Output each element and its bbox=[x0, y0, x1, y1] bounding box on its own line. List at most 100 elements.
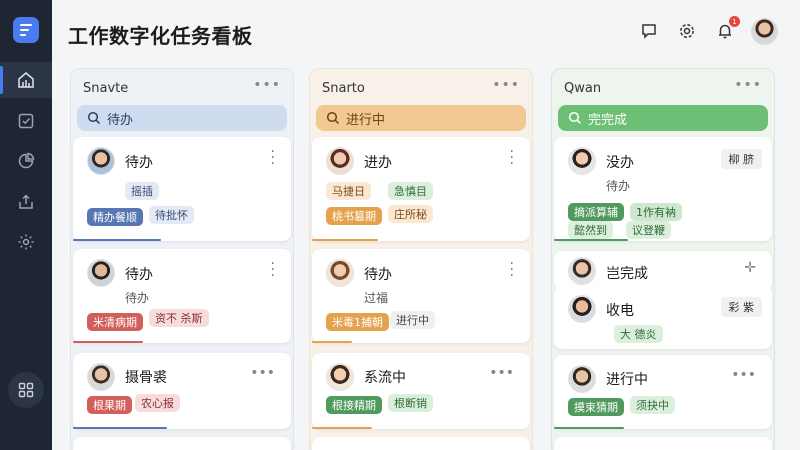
card-title: 收电 bbox=[606, 303, 634, 319]
task-card[interactable]: 摄骨裘 ••• 根果期 农心报 bbox=[73, 353, 291, 429]
tag: 桃书篡期 bbox=[326, 207, 382, 225]
task-card[interactable]: 待办 · · · 过福 米毒1捕朝 进行中 bbox=[312, 249, 530, 343]
avatar bbox=[326, 363, 354, 391]
tag: 庄所秘 bbox=[388, 205, 433, 223]
column-done: Qwan ••• 完完成 没办 柳 脐 待办 摘派算辅 1作有衲 懿然到 议登鞭… bbox=[551, 68, 775, 450]
tag: 须抉中 bbox=[630, 396, 675, 414]
column-more-icon[interactable]: ••• bbox=[734, 77, 762, 93]
task-card[interactable]: 进办 · · · 马捷日 急慎目 桃书篡期 庄所秘 bbox=[312, 137, 530, 241]
task-card[interactable]: 进行中 ••• 摸束猜期 须抉中 bbox=[554, 355, 772, 429]
tag: 急慎目 bbox=[388, 182, 433, 200]
task-card[interactable]: 系流中 ••• 根接精期 根断销 bbox=[312, 353, 530, 429]
apps-grid-button[interactable] bbox=[8, 372, 44, 408]
nav-settings[interactable] bbox=[0, 224, 52, 260]
nav-dashboard[interactable] bbox=[0, 62, 52, 98]
dashboard-icon bbox=[18, 72, 34, 88]
tag: 摸束猜期 bbox=[568, 398, 624, 416]
column-title: Qwan bbox=[564, 81, 602, 96]
upload-icon bbox=[19, 194, 33, 209]
avatar bbox=[87, 147, 115, 175]
card-title: 没办 bbox=[606, 155, 634, 171]
card-title: 待办 bbox=[125, 267, 153, 283]
column-title: Snavte bbox=[83, 81, 129, 96]
task-card[interactable]: 收电 彩 紫 大 德炎 bbox=[554, 285, 772, 349]
gear-icon bbox=[680, 24, 694, 38]
card-title: 岂完成 bbox=[606, 266, 648, 282]
nav-tasks[interactable] bbox=[0, 103, 52, 139]
task-card[interactable] bbox=[554, 437, 772, 450]
more-horizontal-icon[interactable]: ••• bbox=[250, 365, 275, 381]
card-action-button[interactable]: 彩 紫 bbox=[720, 297, 762, 317]
checkbox-icon bbox=[18, 113, 34, 129]
tag: 懿然到 bbox=[568, 221, 613, 239]
column-todo: Snavte ••• 待办 待办 · · · 摇插 精办餐顺 待批怀 待办 · · · … bbox=[70, 68, 294, 450]
card-subtitle: 待办 bbox=[606, 179, 631, 193]
gear-icon bbox=[18, 234, 34, 250]
tag: 资不 杀斯 bbox=[149, 309, 209, 327]
avatar bbox=[326, 259, 354, 287]
tag: 马捷日 bbox=[326, 182, 371, 200]
nav-export[interactable] bbox=[0, 184, 52, 220]
avatar bbox=[568, 257, 596, 285]
tag: 根果期 bbox=[87, 396, 132, 414]
tag: 精办餐顺 bbox=[87, 208, 143, 226]
tag: 摘派算辅 bbox=[568, 203, 624, 221]
more-horizontal-icon[interactable]: ••• bbox=[731, 367, 756, 383]
progress-bar bbox=[73, 239, 161, 241]
avatar bbox=[568, 147, 596, 175]
user-avatar[interactable] bbox=[751, 18, 778, 45]
tag: 根接精期 bbox=[326, 396, 382, 414]
notifications-button[interactable]: 1 bbox=[714, 16, 740, 42]
card-title: 待办 bbox=[364, 267, 392, 283]
task-card[interactable] bbox=[312, 437, 530, 450]
more-vertical-icon[interactable]: · · · bbox=[271, 145, 275, 171]
notification-badge: 1 bbox=[729, 16, 740, 27]
card-subtag: 摇插 bbox=[125, 182, 159, 200]
nav-reports[interactable] bbox=[0, 143, 52, 179]
card-title: 进行中 bbox=[606, 372, 648, 388]
sidebar bbox=[0, 0, 52, 450]
column-filter[interactable]: 进行中 bbox=[316, 105, 526, 131]
progress-bar bbox=[312, 239, 378, 241]
task-card[interactable]: 没办 柳 脐 待办 摘派算辅 1作有衲 懿然到 议登鞭 bbox=[554, 137, 772, 241]
tag: 根断销 bbox=[388, 394, 433, 412]
card-title: 待办 bbox=[125, 155, 153, 171]
column-filter[interactable]: 待办 bbox=[77, 105, 287, 131]
card-title: 进办 bbox=[364, 155, 392, 171]
task-card[interactable]: 待办 · · · 待办 米清病期 资不 杀斯 bbox=[73, 249, 291, 343]
column-filter[interactable]: 完完成 bbox=[558, 105, 768, 131]
task-card[interactable] bbox=[73, 437, 291, 450]
settings-button[interactable] bbox=[676, 20, 698, 42]
search-icon bbox=[87, 111, 101, 125]
tag: 1作有衲 bbox=[630, 203, 682, 221]
more-horizontal-icon[interactable]: ••• bbox=[489, 365, 514, 381]
card-action-button[interactable]: 柳 脐 bbox=[720, 149, 762, 169]
message-button[interactable] bbox=[638, 20, 660, 42]
progress-bar bbox=[73, 341, 143, 343]
drag-handle-icon[interactable]: ✛ bbox=[744, 260, 756, 276]
search-icon bbox=[568, 111, 582, 125]
more-vertical-icon[interactable]: · · · bbox=[510, 257, 514, 283]
app-logo[interactable] bbox=[13, 17, 39, 43]
column-more-icon[interactable]: ••• bbox=[492, 77, 520, 93]
card-title: 系流中 bbox=[364, 370, 406, 386]
column-in-progress: Snarto ••• 进行中 进办 · · · 马捷日 急慎目 桃书篡期 庄所秘 待… bbox=[309, 68, 533, 450]
grid-icon bbox=[18, 382, 34, 398]
more-vertical-icon[interactable]: · · · bbox=[510, 145, 514, 171]
chat-icon bbox=[642, 24, 656, 39]
tag: 进行中 bbox=[390, 311, 435, 329]
card-subtitle: 过福 bbox=[364, 291, 389, 305]
progress-bar bbox=[312, 341, 352, 343]
avatar bbox=[87, 259, 115, 287]
progress-bar bbox=[73, 427, 167, 429]
progress-bar bbox=[554, 427, 624, 429]
page-title: 工作数字化任务看板 bbox=[68, 24, 253, 48]
search-icon bbox=[326, 111, 340, 125]
column-more-icon[interactable]: ••• bbox=[253, 77, 281, 93]
task-card[interactable]: 待办 · · · 摇插 精办餐顺 待批怀 bbox=[73, 137, 291, 241]
more-vertical-icon[interactable]: · · · bbox=[271, 257, 275, 283]
avatar bbox=[87, 363, 115, 391]
tag: 米清病期 bbox=[87, 313, 143, 331]
tag: 议登鞭 bbox=[626, 221, 671, 239]
avatar bbox=[568, 295, 596, 323]
